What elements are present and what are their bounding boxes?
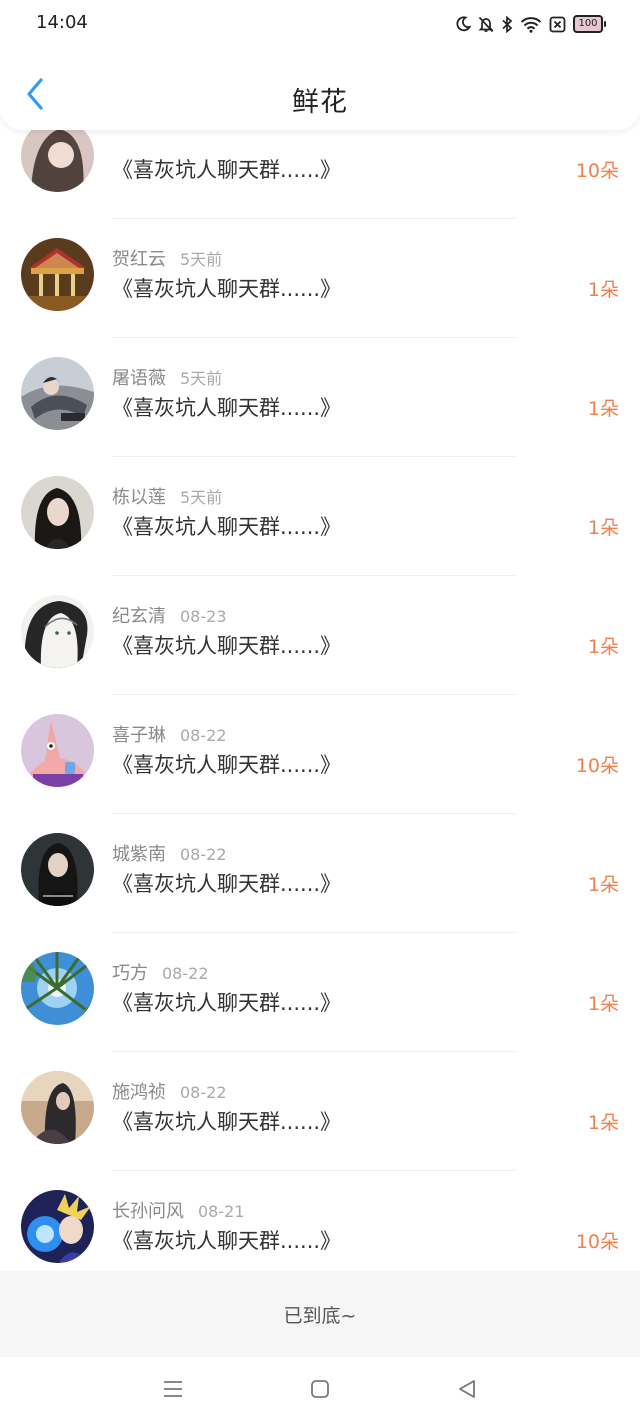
sender-name: 巧方 08-22 bbox=[112, 963, 209, 984]
sent-time: 08-22 bbox=[180, 1083, 227, 1102]
avatar[interactable] bbox=[21, 952, 94, 1025]
page-header: 鲜花 bbox=[0, 50, 640, 130]
flower-count: 1朵 bbox=[587, 398, 619, 420]
status-time: 14:04 bbox=[36, 12, 88, 33]
group-name: 《喜灰坑人聊天群......》 bbox=[112, 634, 342, 658]
status-bar: 14:04 100 bbox=[0, 0, 640, 50]
sent-time: 08-22 bbox=[180, 845, 227, 864]
back-triangle-icon[interactable] bbox=[455, 1377, 481, 1401]
flower-count: 10朵 bbox=[575, 160, 619, 182]
flower-count: 1朵 bbox=[587, 874, 619, 896]
list-item[interactable]: 屠语薇 5天前 《喜灰坑人聊天群......》 1朵 bbox=[0, 338, 640, 457]
group-name: 《喜灰坑人聊天群......》 bbox=[112, 1229, 342, 1253]
avatar[interactable] bbox=[21, 833, 94, 906]
flower-count: 1朵 bbox=[587, 636, 619, 658]
group-name: 《喜灰坑人聊天群......》 bbox=[112, 396, 342, 420]
sender-name: 长孙问风 08-21 bbox=[112, 1201, 245, 1222]
menu-icon[interactable] bbox=[161, 1377, 187, 1401]
sent-time: 5天前 bbox=[180, 369, 223, 388]
status-icons: 100 bbox=[455, 13, 606, 35]
list-item[interactable]: 贺红云 5天前 《喜灰坑人聊天群......》 1朵 bbox=[0, 219, 640, 338]
avatar[interactable] bbox=[21, 1190, 94, 1263]
group-name: 《喜灰坑人聊天群......》 bbox=[112, 158, 342, 182]
bluetooth-icon bbox=[501, 15, 513, 33]
sender-name: 城紫南 08-22 bbox=[112, 844, 227, 865]
flower-count: 10朵 bbox=[575, 755, 619, 777]
sim-x-icon bbox=[549, 16, 566, 33]
list-item[interactable]: 喜子琳 08-22 《喜灰坑人聊天群......》 10朵 bbox=[0, 695, 640, 814]
mute-bell-icon bbox=[478, 16, 494, 33]
list-item[interactable]: 城紫南 08-22 《喜灰坑人聊天群......》 1朵 bbox=[0, 814, 640, 933]
flower-count: 1朵 bbox=[587, 517, 619, 539]
list-item[interactable]: 纪玄清 08-23 《喜灰坑人聊天群......》 1朵 bbox=[0, 576, 640, 695]
sent-time: 5天前 bbox=[180, 250, 223, 269]
avatar[interactable] bbox=[21, 1071, 94, 1144]
battery-cap bbox=[604, 21, 606, 27]
avatar[interactable] bbox=[21, 357, 94, 430]
group-name: 《喜灰坑人聊天群......》 bbox=[112, 515, 342, 539]
sent-time: 5天前 bbox=[180, 488, 223, 507]
avatar[interactable] bbox=[21, 595, 94, 668]
group-name: 《喜灰坑人聊天群......》 bbox=[112, 1110, 342, 1134]
sent-time: 08-21 bbox=[198, 1202, 245, 1221]
sender-name: 贺红云 5天前 bbox=[112, 249, 223, 270]
system-nav-bar bbox=[0, 1357, 640, 1422]
list-item[interactable]: 栋以莲 5天前 《喜灰坑人聊天群......》 1朵 bbox=[0, 457, 640, 576]
group-name: 《喜灰坑人聊天群......》 bbox=[112, 872, 342, 896]
flower-count: 1朵 bbox=[587, 1112, 619, 1134]
page-title: 鲜花 bbox=[292, 87, 348, 118]
list-item[interactable]: 巧方 08-22 《喜灰坑人聊天群......》 1朵 bbox=[0, 933, 640, 1052]
list-item[interactable]: 施鸿祯 08-22 《喜灰坑人聊天群......》 1朵 bbox=[0, 1052, 640, 1171]
avatar[interactable] bbox=[21, 714, 94, 787]
sent-time: 08-22 bbox=[180, 726, 227, 745]
sender-name: 施鸿祯 08-22 bbox=[112, 1082, 227, 1103]
end-of-list: 已到底~ bbox=[0, 1271, 640, 1357]
moon-icon bbox=[455, 16, 471, 32]
avatar[interactable] bbox=[21, 476, 94, 549]
avatar[interactable] bbox=[21, 238, 94, 311]
flower-count: 1朵 bbox=[587, 993, 619, 1015]
sender-name: 栋以莲 5天前 bbox=[112, 487, 223, 508]
sender-name: 屠语薇 5天前 bbox=[112, 368, 223, 389]
flower-record-list: 《喜灰坑人聊天群......》 10朵 贺红云 5天前 《喜灰坑人聊天群.....… bbox=[0, 100, 640, 1290]
sender-name: 纪玄清 08-23 bbox=[112, 606, 227, 627]
sent-time: 08-22 bbox=[162, 964, 209, 983]
group-name: 《喜灰坑人聊天群......》 bbox=[112, 277, 342, 301]
battery-level: 100 bbox=[573, 15, 603, 33]
flower-count: 10朵 bbox=[575, 1231, 619, 1253]
group-name: 《喜灰坑人聊天群......》 bbox=[112, 753, 342, 777]
sender-name: 喜子琳 08-22 bbox=[112, 725, 227, 746]
flower-count: 1朵 bbox=[587, 279, 619, 301]
battery-indicator: 100 bbox=[573, 15, 606, 33]
sent-time: 08-23 bbox=[180, 607, 227, 626]
home-square-icon[interactable] bbox=[308, 1377, 334, 1401]
group-name: 《喜灰坑人聊天群......》 bbox=[112, 991, 342, 1015]
end-of-list-text: 已到底~ bbox=[283, 1304, 357, 1327]
wifi-icon bbox=[520, 16, 542, 33]
